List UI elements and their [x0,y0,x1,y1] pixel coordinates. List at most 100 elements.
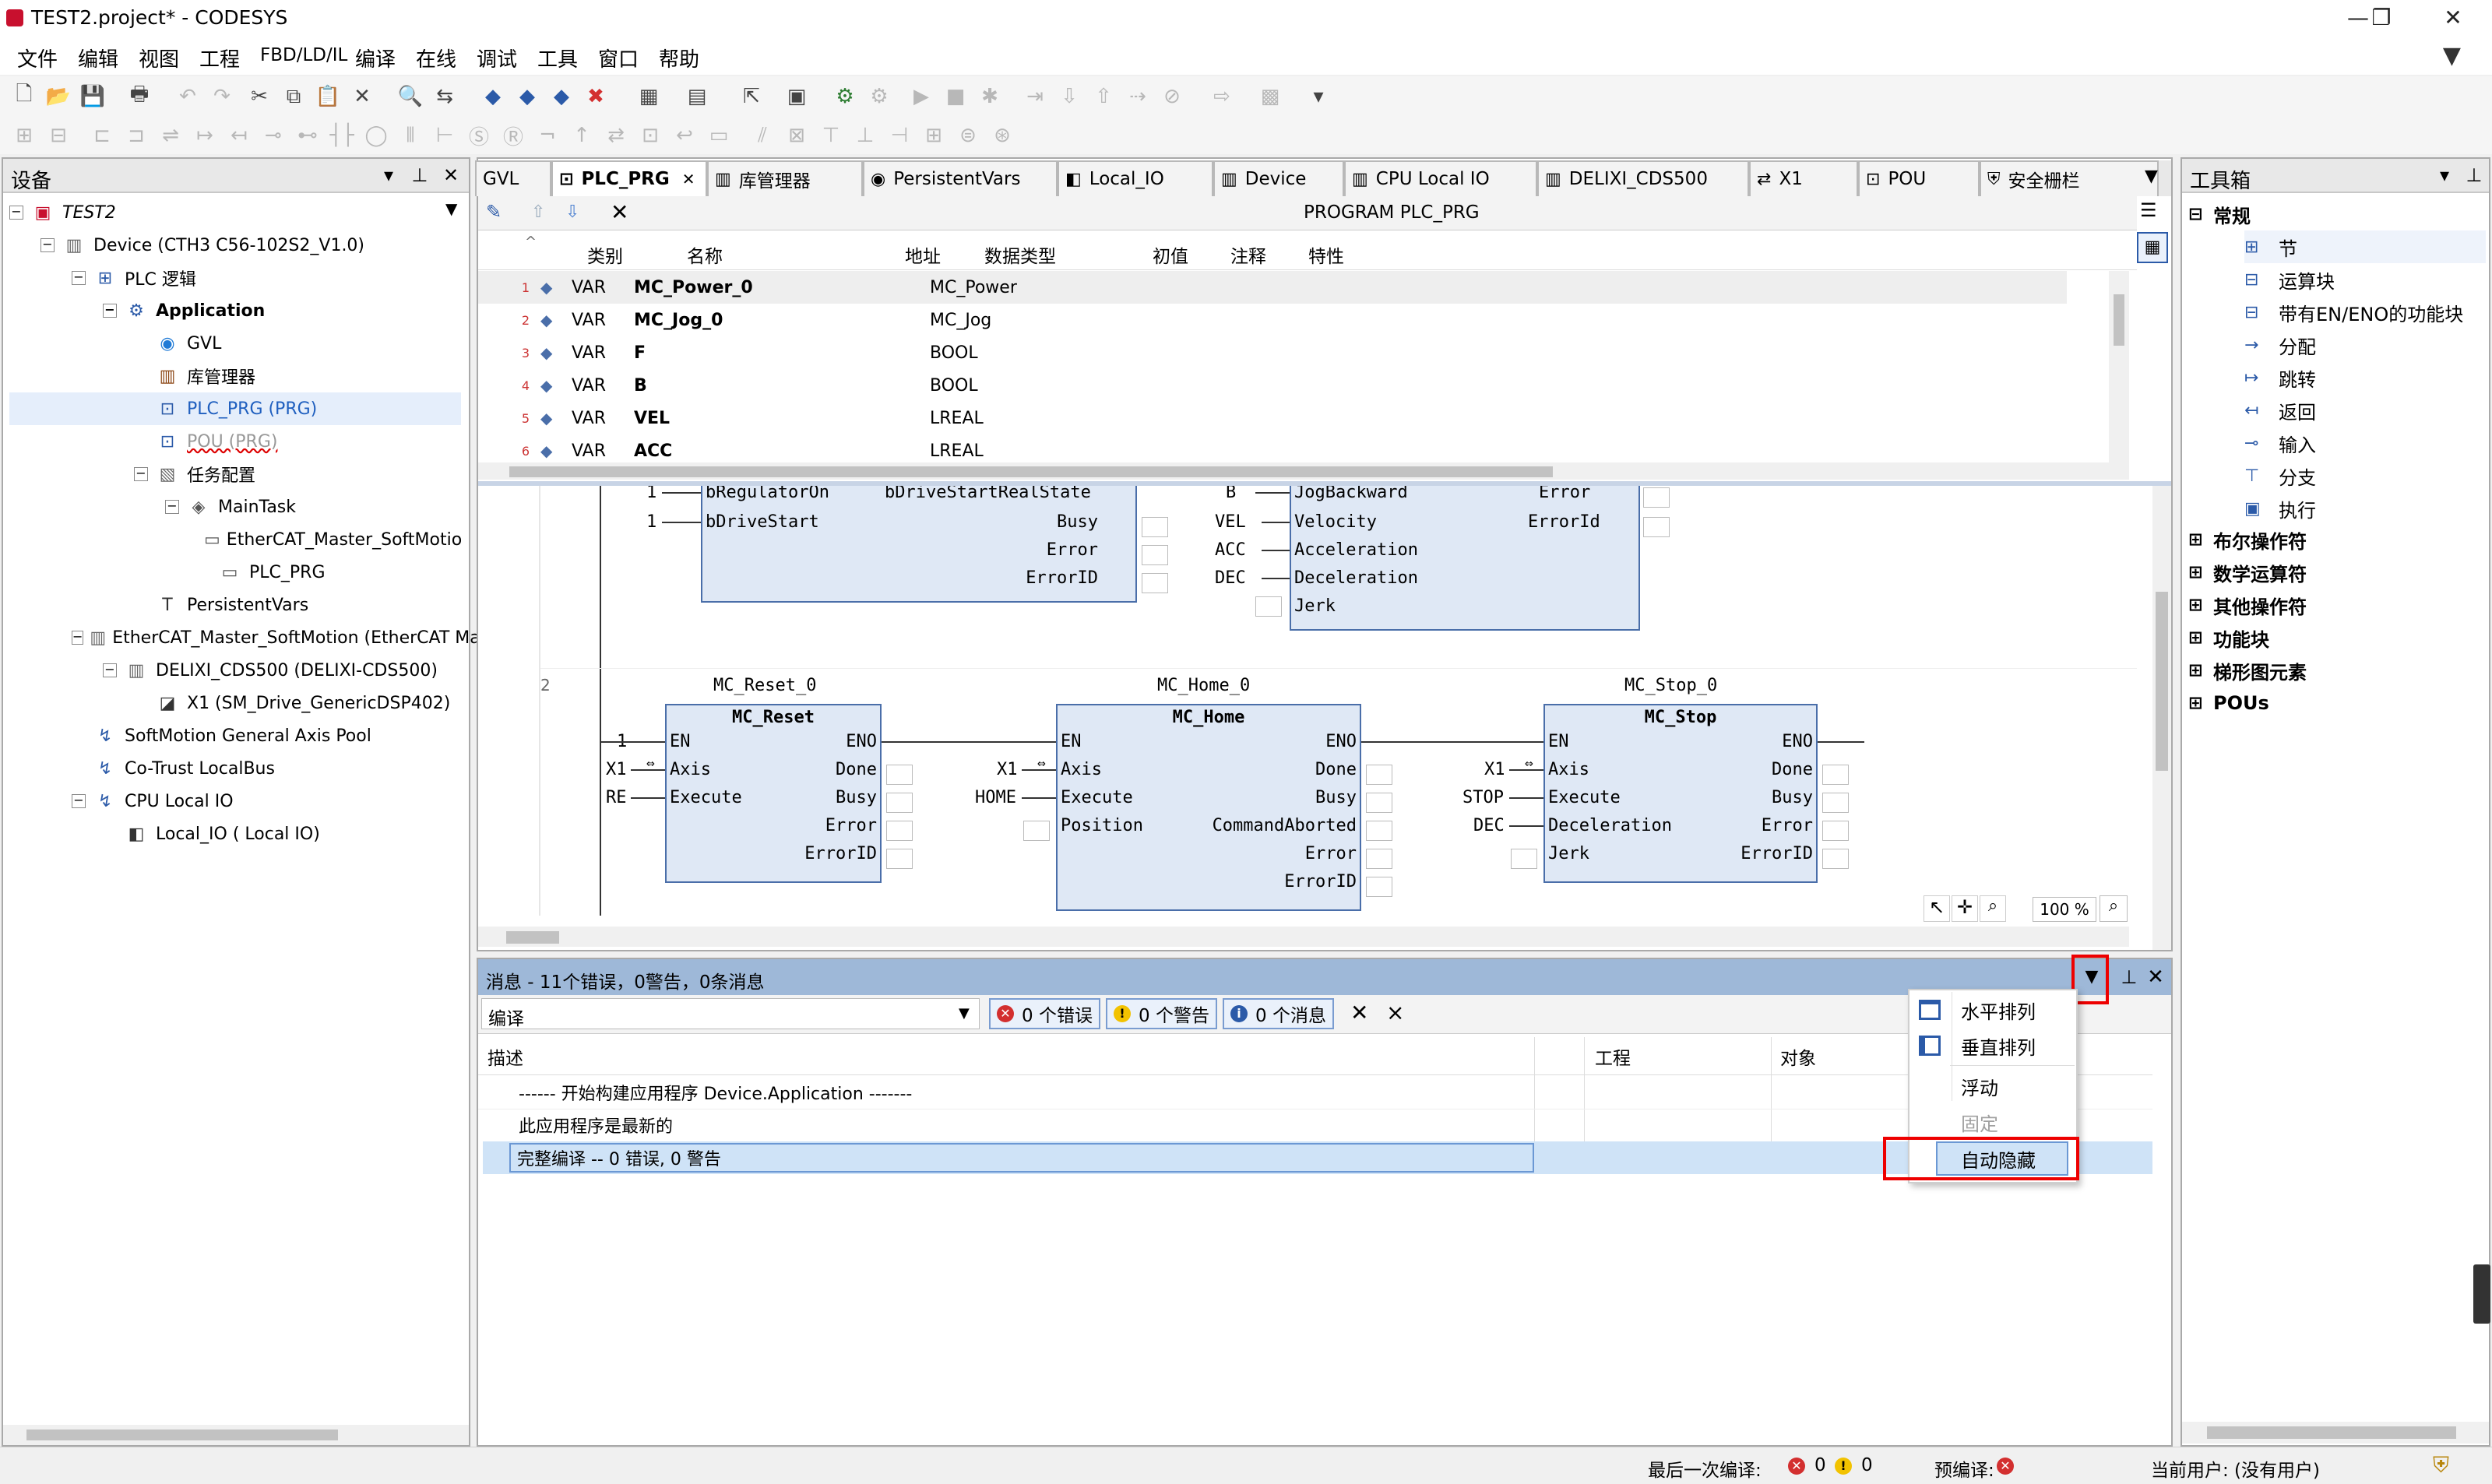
toolbox-group[interactable]: ⊞ 梯形图元素 [2188,654,2307,687]
message-row-2[interactable]: 此应用程序是最新的 [519,1109,673,1141]
toolbar-overflow-icon[interactable]: ▾ [1304,82,1333,111]
bookmark-next-icon[interactable]: ◆ [512,82,542,111]
menu-tile-vertical[interactable]: 垂直排列 [1909,1028,2076,1064]
pan-tool-icon[interactable]: ✛ [1952,895,1978,922]
tree-item[interactable]: ▭ EtherCAT_Master_SoftMotio [9,523,462,556]
clear-messages-icon[interactable]: ✕ [1350,1000,1368,1025]
var-row[interactable]: 2 ◆ VAR MC_Jog_0 MC_Jog [478,304,2067,336]
toggle-network-icon[interactable]: ⊠ [782,121,811,150]
toolbox-h-scrollbar[interactable] [2182,1422,2489,1444]
tree-item[interactable]: − ▧ 任务配置 [9,458,461,491]
zoom-menu-icon[interactable]: ⌕ [2100,895,2128,922]
toolbox-item[interactable]: ↤ 返回 [2244,394,2316,427]
step-into-icon[interactable]: ⇩ [1054,82,1084,111]
toolbox-item[interactable]: ↦ 跳转 [2244,361,2316,394]
toolbox-group[interactable]: ⊞ 数学运算符 [2188,556,2307,589]
filter-info-button[interactable]: i 0 个消息 [1223,998,1334,1029]
message-source-select[interactable]: 编译 ▼ [481,998,980,1029]
menu-window[interactable]: 窗口 [598,44,639,72]
toolbox-item[interactable]: → 分配 [2244,329,2316,361]
write-values-icon[interactable]: ⇨ [1207,82,1237,111]
breakpoint-icon[interactable]: ⊘ [1157,82,1187,111]
var-h-scrollbar[interactable] [478,462,2129,480]
panel-menu-icon[interactable]: ▾ [377,164,400,187]
login-icon[interactable]: ⚙ [830,82,860,111]
stop-icon[interactable]: ■ [941,82,970,111]
insert-assign-icon[interactable]: ⇌ [156,121,185,150]
logout-icon[interactable]: ⚙ [864,82,894,111]
tree-item[interactable]: ⊡ POU (PRG) [9,425,461,458]
tab-2[interactable]: ▥ 库管理器 [707,160,863,196]
tree-item[interactable]: − ◈ MainTask [9,491,461,523]
tree-item[interactable]: ▭ PLC_PRG [9,556,461,589]
tree-item[interactable]: ⊡ PLC_PRG (PRG) [9,392,461,425]
redo-icon[interactable]: ↷ [207,82,237,111]
run-to-cursor-icon[interactable]: ⇢ [1123,82,1153,111]
tree-item[interactable]: T PersistentVars [9,589,461,621]
tab-5[interactable]: ▥ Device [1213,160,1344,196]
insert-box-icon[interactable]: ⊏ [87,121,117,150]
tree-item[interactable]: ◧ Local_IO ( Local IO) [9,818,461,850]
zoom-level[interactable]: 100 % [2033,897,2096,922]
toolbox-item[interactable]: ⊟ 带有EN/ENO的功能块 [2244,296,2463,329]
security-shield-icon[interactable]: ⛨ [2433,1452,2449,1479]
toolbox-item[interactable]: ⊸ 输入 [2244,427,2316,459]
tree-expander-icon[interactable]: − [72,271,86,285]
delete-icon[interactable]: ✕ [347,82,377,111]
var-row[interactable]: 5 ◆ VAR VEL LREAL [478,402,2067,434]
options-icon[interactable]: ⊛ [987,121,1017,150]
bookmark-icon[interactable]: ◆ [478,82,508,111]
force-values-icon[interactable]: ▩ [1255,82,1285,111]
var-row[interactable]: 4 ◆ VAR B BOOL [478,369,2067,402]
tab-0[interactable]: GVL [475,160,551,196]
tree-expander-icon[interactable]: − [134,467,148,481]
align-icon[interactable]: ⊣ [885,121,914,150]
menu-debug[interactable]: 调试 [477,44,517,72]
insert-contact-icon[interactable]: ┤├ [327,121,357,150]
insert-return-icon[interactable]: ↤ [224,121,254,150]
messages-pin-icon[interactable]: ⊥ [2117,964,2142,990]
precompile-error-icon[interactable]: ✕ [1997,1458,2014,1475]
build-icon[interactable]: ▦ [634,82,663,111]
side-scroll-handle[interactable] [2473,1264,2490,1324]
ret-icon[interactable]: ↩ [670,121,699,150]
auto-declare-icon[interactable]: ✎ [486,201,502,223]
menu-float[interactable]: 浮动 [1909,1068,2076,1104]
move-up-var-icon[interactable]: ⇧ [531,202,545,222]
toolbox-menu-icon[interactable]: ▾ [2433,164,2456,187]
negate-icon[interactable]: ¬ [533,121,562,150]
start-icon[interactable]: ▶ [906,82,936,111]
insert-branch-icon[interactable]: ⊢ [430,121,459,150]
toolbox-group-general[interactable]: ⊟ 常规 [2188,198,2251,230]
collapse-icon[interactable]: ^ [525,234,537,250]
move-down-var-icon[interactable]: ⇩ [565,202,579,222]
tab-10[interactable]: ⛨ 安全栅栏 [1980,160,2159,196]
tree-expander-icon[interactable]: − [9,206,23,220]
menu-project[interactable]: 工程 [199,44,240,72]
tab-3[interactable]: ◉ PersistentVars [863,160,1058,196]
toolbox-item[interactable]: ⊞ 节 [2244,230,2486,263]
filter-warnings-button[interactable]: ! 0 个警告 [1106,998,1217,1029]
find-icon[interactable]: 🔍 [396,82,425,111]
move-down-icon[interactable]: ⊥ [850,121,880,150]
open-project-icon[interactable]: 📂 [44,82,73,111]
message-row-1[interactable]: ------ 开始构建应用程序 Device.Application -----… [519,1076,912,1109]
move-icon[interactable]: ⇄ [601,121,631,150]
filter-errors-button[interactable]: ✕ 0 个错误 [989,998,1100,1029]
toolbox-pin-icon[interactable]: ⊥ [2462,164,2486,187]
insert-reset-icon[interactable]: Ⓡ [498,121,528,150]
fbd-h-scrollbar[interactable] [478,927,2129,947]
move-up-icon[interactable]: ⊤ [816,121,846,150]
tree-h-scrollbar[interactable] [3,1425,469,1445]
tab-8[interactable]: ⇄ X1 [1749,160,1858,196]
tree-expander-icon[interactable]: − [103,304,117,318]
tree-item[interactable]: ↯ Co-Trust LocalBus [9,752,461,785]
reset-instance[interactable]: MC_Reset_0 [713,676,816,695]
insert-network-below-icon[interactable]: ⊟ [44,121,73,150]
menu-help[interactable]: 帮助 [659,44,699,72]
close-window-icon[interactable]: ✕ [2430,3,2476,33]
toolbox-item[interactable]: ⊤ 分支 [2244,459,2316,492]
home-instance[interactable]: MC_Home_0 [1157,676,1250,695]
menu-tools[interactable]: 工具 [537,44,578,72]
toolbox-item[interactable]: ⊟ 运算块 [2244,263,2335,296]
